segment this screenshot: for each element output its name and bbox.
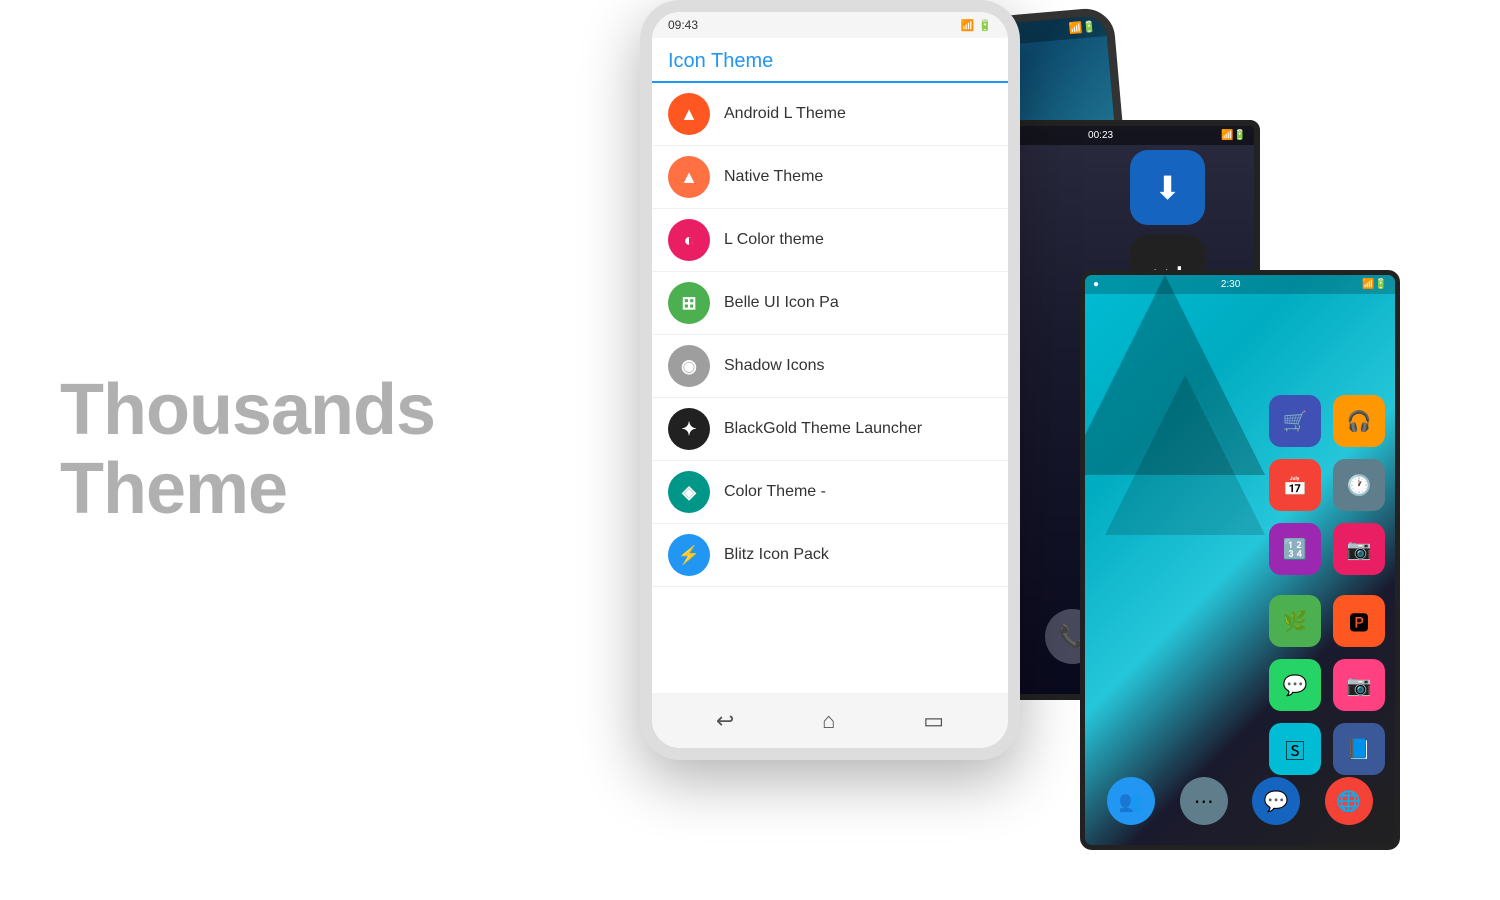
- back-left-icons: 📶🔋: [1068, 20, 1096, 35]
- android-theme-label: Android L Theme: [724, 105, 846, 123]
- color-theme-label: L Color theme: [724, 231, 824, 249]
- colorthemedl-icon: ◈: [668, 471, 710, 513]
- status-icons: 📶 🔋: [961, 19, 992, 32]
- blitz-label: Blitz Icon Pack: [724, 546, 829, 564]
- middle-icons: 📶🔋: [1221, 130, 1246, 141]
- pocket-icon[interactable]: 🅿: [1333, 595, 1385, 647]
- phone-main-inner: 09:43 📶 🔋 Icon Theme ▲ Android L Theme ▲…: [652, 12, 1008, 748]
- main-title: Thousands Theme: [60, 371, 560, 529]
- skype-icon[interactable]: 🅂: [1269, 723, 1321, 775]
- shadow-label: Shadow Icons: [724, 357, 825, 375]
- nav-bar: ↩ ⌂ ▭: [652, 693, 1008, 748]
- phone-teal-screen: ● 2:30 📶🔋 🛒 🎧 📅 🕐 🔢 📷 🌿 🅿 💬 📷 🅂 �: [1085, 275, 1395, 845]
- contacts-dock-icon[interactable]: 👥: [1107, 777, 1155, 825]
- chrome-dock-icon[interactable]: 🌐: [1325, 777, 1373, 825]
- evernote-icon[interactable]: 🌿: [1269, 595, 1321, 647]
- left-section: Thousands Theme: [60, 371, 560, 529]
- native-theme-icon: ▲: [668, 156, 710, 198]
- teal-icons-grid-bottom: 🌿 🅿 💬 📷 🅂 📘: [1269, 595, 1385, 775]
- teal-icons-grid-top: 🛒 🎧 📅 🕐 🔢 📷: [1269, 395, 1385, 575]
- app-list: Icon Theme ▲ Android L Theme ▲ Native Th…: [652, 38, 1008, 694]
- list-item[interactable]: ◈ Color Theme -: [652, 461, 1008, 524]
- main-time: 09:43: [668, 18, 698, 32]
- app-list-header: Icon Theme: [652, 38, 1008, 83]
- store-icon[interactable]: 🛒: [1269, 395, 1321, 447]
- blitz-icon: ⚡: [668, 534, 710, 576]
- middle-time: 00:23: [1088, 130, 1113, 141]
- app-list-title: Icon Theme: [668, 50, 773, 72]
- list-item[interactable]: ▲ Native Theme: [652, 146, 1008, 209]
- clock-icon[interactable]: 🕐: [1333, 459, 1385, 511]
- facebook-icon[interactable]: 📘: [1333, 723, 1385, 775]
- phones-area: ● 00:23 📶🔋 ⬇ ⏭ ⚙ 💡 📞 👤 ● 00:23 📶🔋 ▶ ⬇: [600, 0, 1500, 900]
- phone-teal: ● 2:30 📶🔋 🛒 🎧 📅 🕐 🔢 📷 🌿 🅿 💬 📷 🅂 �: [1080, 270, 1400, 850]
- menu-nav-icon[interactable]: ▭: [923, 708, 944, 734]
- belle-icon: ⊞: [668, 282, 710, 324]
- apps-dock-icon[interactable]: ⋯: [1180, 777, 1228, 825]
- teal-triangle2: [1105, 375, 1265, 535]
- phone-main: 09:43 📶 🔋 Icon Theme ▲ Android L Theme ▲…: [640, 0, 1020, 760]
- list-item[interactable]: ◉ Shadow Icons: [652, 335, 1008, 398]
- list-item[interactable]: ◐ L Color theme: [652, 209, 1008, 272]
- list-item[interactable]: ⚡ Blitz Icon Pack: [652, 524, 1008, 587]
- phone-main-statusbar: 09:43 📶 🔋: [652, 12, 1008, 38]
- calendar-icon[interactable]: 📅: [1269, 459, 1321, 511]
- calc-app-icon[interactable]: 🔢: [1269, 523, 1321, 575]
- headphone-app-icon[interactable]: 🎧: [1333, 395, 1385, 447]
- battery-icon: 🔋: [978, 19, 992, 32]
- native-theme-label: Native Theme: [724, 168, 823, 186]
- list-item[interactable]: ✦ BlackGold Theme Launcher: [652, 398, 1008, 461]
- back-nav-icon[interactable]: ↩: [716, 708, 734, 734]
- android-theme-icon: ▲: [668, 93, 710, 135]
- teal-bottom-icons: 👥 ⋯ 💬 🌐: [1095, 777, 1385, 825]
- home-nav-icon[interactable]: ⌂: [822, 708, 835, 734]
- shadow-icon: ◉: [668, 345, 710, 387]
- list-item[interactable]: ⊞ Belle UI Icon Pa: [652, 272, 1008, 335]
- instagram-icon[interactable]: 📷: [1333, 659, 1385, 711]
- download-icon-box: ⬇: [1130, 150, 1205, 225]
- wifi-icon: 📶: [961, 19, 975, 32]
- blackgold-label: BlackGold Theme Launcher: [724, 420, 922, 438]
- color-theme-icon: ◐: [668, 219, 710, 261]
- colorthemedl-label: Color Theme -: [724, 483, 826, 501]
- whatsapp-icon[interactable]: 💬: [1269, 659, 1321, 711]
- belle-label: Belle UI Icon Pa: [724, 294, 839, 312]
- teal-icons: 📶🔋: [1362, 279, 1387, 290]
- messages-dock-icon[interactable]: 💬: [1252, 777, 1300, 825]
- blackgold-icon: ✦: [668, 408, 710, 450]
- list-item[interactable]: ▲ Android L Theme: [652, 83, 1008, 146]
- camera-app-icon[interactable]: 📷: [1333, 523, 1385, 575]
